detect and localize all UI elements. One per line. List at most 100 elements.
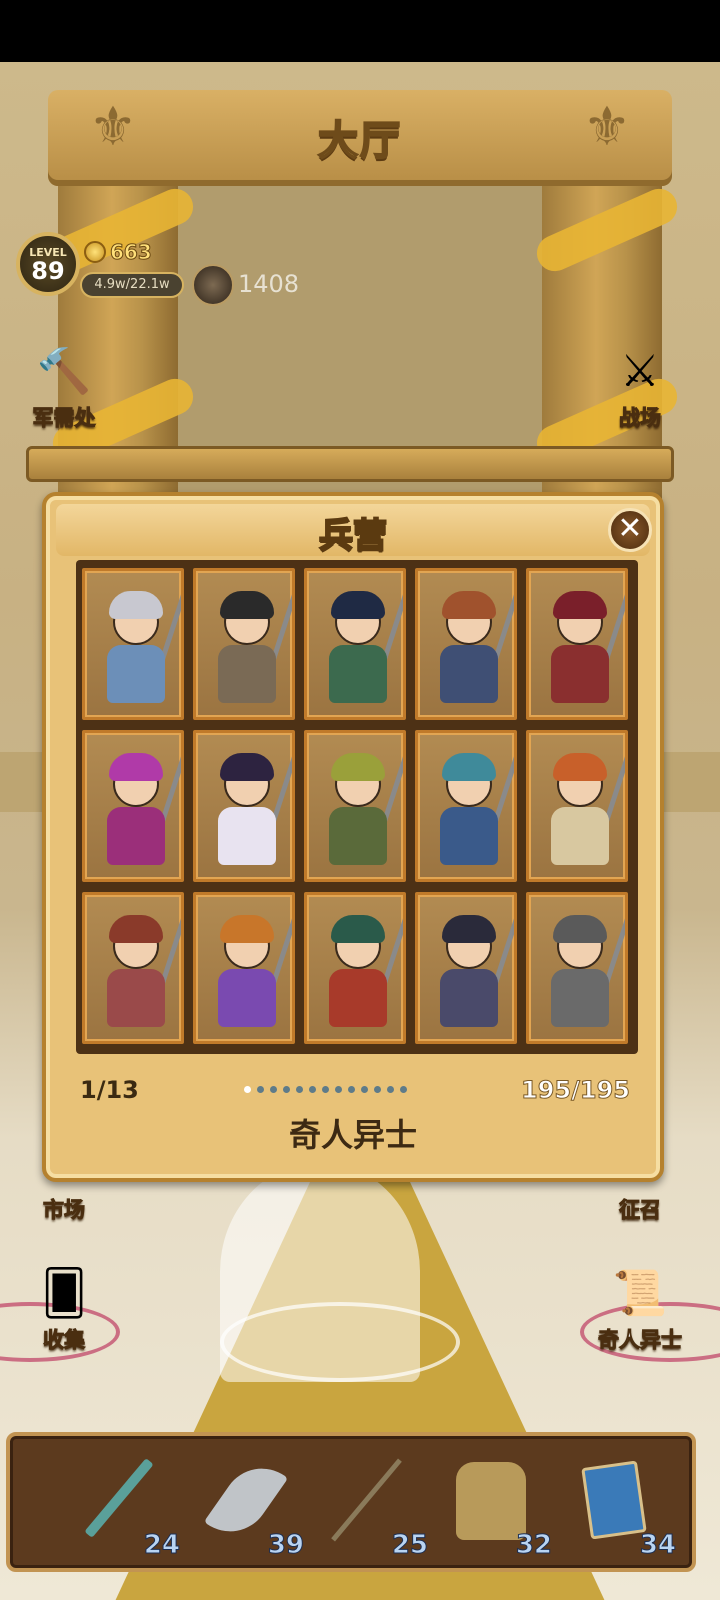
hero-body [551,645,609,703]
hero-card[interactable] [82,892,184,1044]
hero-hair [553,753,607,781]
crossed-swords-icon: ⚔ [620,345,660,397]
hero-body [440,969,498,1027]
equipment-count: 39 [267,1530,304,1561]
hero-body [440,645,498,703]
hammer-icon: 🔨 [36,346,92,397]
page-dot[interactable] [374,1086,381,1093]
exp-bar: 4.9w/22.1w [80,272,184,298]
battlefield-button[interactable]: ⚔ 战场 [590,340,690,432]
hero-hair [109,915,163,943]
page-dot[interactable] [270,1086,277,1093]
page-dot[interactable] [335,1086,342,1093]
hero-hair [553,591,607,619]
hero-body [551,969,609,1027]
level-value: 89 [31,257,65,285]
equipment-count: 34 [639,1530,676,1561]
hero-hair [220,591,274,619]
hero-card[interactable] [415,568,517,720]
hero-body [218,969,276,1027]
hall-beam [26,446,674,482]
barracks-panel: 兵营 ✕ 1/13 195/195 奇人异士 [42,492,664,1182]
power-icon [192,264,234,306]
page-dot[interactable] [387,1086,394,1093]
hero-hair [331,915,385,943]
page-dot[interactable] [361,1086,368,1093]
page-dot[interactable] [257,1086,264,1093]
hero-hair [442,591,496,619]
close-button[interactable]: ✕ [608,508,652,552]
equipment-slot[interactable]: 34 [562,1448,682,1564]
equipment-slot[interactable]: 32 [438,1448,558,1564]
page-dot[interactable] [283,1086,290,1093]
page-dots [244,1086,407,1093]
cards-icon: 🂠 [41,1267,87,1319]
equipment-slot[interactable]: 25 [314,1448,434,1564]
hero-card[interactable] [82,730,184,882]
hero-body [218,807,276,865]
page-dot[interactable] [322,1086,329,1093]
equipment-count: 25 [391,1530,428,1561]
equipment-slot[interactable]: 39 [190,1448,310,1564]
page-dot[interactable] [309,1086,316,1093]
gold-display: 663 [84,240,153,265]
hero-body [440,807,498,865]
gold-value: 663 [110,240,153,265]
hero-body [329,969,387,1027]
panel-title: 兵营 [318,515,388,557]
page-dot[interactable] [348,1086,355,1093]
hero-card[interactable] [415,892,517,1044]
level-badge[interactable]: LEVEL 89 [16,232,80,296]
status-bar [0,0,720,62]
hero-hair [331,753,385,781]
panel-header: 兵营 [56,504,650,557]
hall-lintel: ⚜ ⚜ 大厅 [48,90,672,186]
page-dot[interactable] [296,1086,303,1093]
hero-hair [220,753,274,781]
close-icon: ✕ [617,511,643,546]
hall-title: 大厅 [317,117,402,165]
magic-circle [220,1302,460,1382]
hero-card[interactable] [82,568,184,720]
category-label: 奇人异士 [288,1116,417,1154]
hero-body [107,969,165,1027]
strangers-button[interactable]: 📜 奇人异士 [580,1262,700,1354]
hero-hair [442,915,496,943]
hero-hair [331,591,385,619]
power-value: 1408 [238,270,300,298]
hero-card[interactable] [415,730,517,882]
hero-hair [553,915,607,943]
hero-body [329,645,387,703]
hero-body [107,645,165,703]
hero-card[interactable] [304,568,406,720]
hero-card[interactable] [193,892,295,1044]
hero-hair [109,753,163,781]
hero-card[interactable] [526,568,628,720]
hero-card[interactable] [526,892,628,1044]
equipment-slot[interactable]: 24 [66,1448,186,1564]
page-indicator: 1/13 [80,1076,139,1104]
hero-grid [82,568,632,1044]
equipment-count: 24 [143,1530,180,1561]
hero-card[interactable] [193,730,295,882]
page-dot[interactable] [400,1086,407,1093]
hero-card[interactable] [304,892,406,1044]
hero-body [551,807,609,865]
supply-button[interactable]: 🔨 军需处 [14,340,114,432]
hero-grid-frame [76,560,638,1054]
equipment-count: 32 [515,1530,552,1561]
hero-hair [442,753,496,781]
equipment-bar: 24 39 25 32 34 [6,1432,696,1572]
page-dot[interactable] [244,1086,251,1093]
hero-body [107,807,165,865]
scroll-icon: 📜 [612,1268,668,1319]
hero-card[interactable] [193,568,295,720]
hero-hair [109,591,163,619]
hero-card[interactable] [526,730,628,882]
hero-body [218,645,276,703]
hero-hair [220,915,274,943]
collect-button[interactable]: 🂠 收集 [14,1262,114,1354]
hero-body [329,807,387,865]
coin-icon [84,241,106,263]
hero-card[interactable] [304,730,406,882]
